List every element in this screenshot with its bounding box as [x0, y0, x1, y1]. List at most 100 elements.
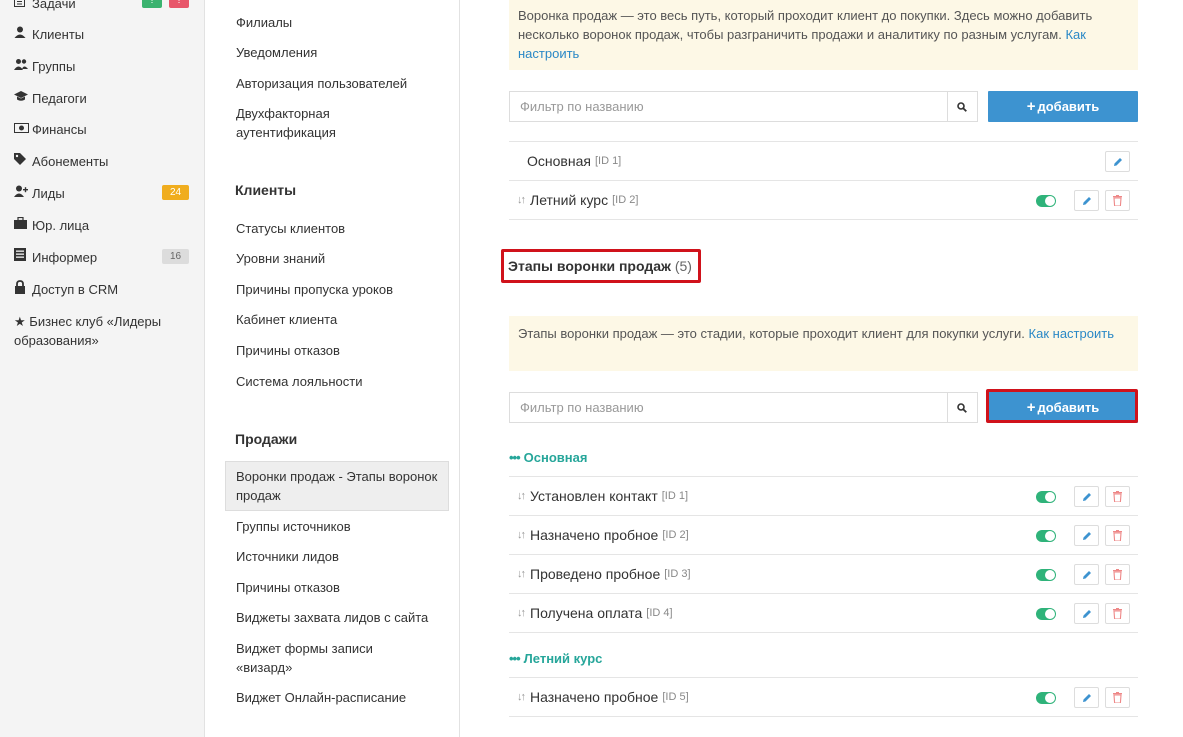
- edit-pencil-icon[interactable]: [1074, 687, 1099, 708]
- subnav-link-lead-capture-widgets[interactable]: Виджеты захвата лидов с сайта: [236, 608, 451, 627]
- subnav-link-knowledge-levels[interactable]: Уровни знаний: [236, 249, 451, 268]
- trash-icon[interactable]: [1105, 564, 1130, 585]
- search-icon[interactable]: [947, 92, 977, 121]
- subnav-link-two-factor[interactable]: Двухфакторная аутентификация: [236, 104, 376, 142]
- trash-icon[interactable]: [1105, 486, 1130, 507]
- sidebar-item-leads[interactable]: Лиды: [14, 184, 65, 203]
- dots-icon: •••: [509, 450, 521, 465]
- business-club-text: ★ Бизнес клуб «Лидеры образования»: [14, 312, 174, 350]
- sidebar-item-informer[interactable]: Информер: [14, 248, 97, 267]
- sidebar-item-subscriptions[interactable]: Абонементы: [14, 152, 108, 171]
- sort-handle-icon[interactable]: ↓↑: [517, 691, 529, 703]
- trash-icon[interactable]: [1105, 525, 1130, 546]
- active-toggle[interactable]: [1036, 607, 1056, 620]
- sidebar-item-label: Информер: [32, 250, 98, 265]
- stage-group-title: ••• Основная: [509, 450, 587, 465]
- active-toggle[interactable]: [1036, 529, 1056, 542]
- active-toggle[interactable]: [1036, 194, 1056, 207]
- graduation-cap-icon: [14, 89, 32, 108]
- stage-id: [ID 2]: [662, 529, 689, 541]
- search-icon[interactable]: [947, 393, 977, 422]
- subnav-link-refusal-reasons[interactable]: Причины отказов: [236, 341, 451, 360]
- stage-row: ↓↑ Назначено пробное [ID 2]: [509, 515, 1138, 554]
- subnav-link-wizard-widget[interactable]: Виджет формы записи «визард»: [236, 639, 396, 677]
- lock-icon: [14, 280, 32, 300]
- sort-handle-icon[interactable]: ↓↑: [517, 194, 529, 206]
- stage-id: [ID 1]: [661, 490, 689, 502]
- tasks-badge-red: !: [169, 0, 189, 8]
- subnav-link-loyalty[interactable]: Система лояльности: [236, 372, 451, 391]
- informer-count-badge: 16: [162, 249, 189, 264]
- subnav-link-client-statuses[interactable]: Статусы клиентов: [236, 219, 451, 238]
- user-icon: [14, 25, 32, 44]
- add-funnel-button[interactable]: + добавить: [988, 91, 1138, 122]
- subnav-link-absence-reasons[interactable]: Причины пропуска уроков: [236, 280, 451, 299]
- stage-group-bottom: [509, 716, 1138, 717]
- trash-icon[interactable]: [1105, 603, 1130, 624]
- stage-group-title: ••• Летний курс: [509, 651, 602, 666]
- sort-handle-icon[interactable]: ↓↑: [517, 529, 529, 541]
- active-toggle[interactable]: [1036, 490, 1056, 503]
- sidebar-item-crm-access[interactable]: Доступ в CRM: [14, 280, 118, 300]
- sidebar-item-business-club[interactable]: ★ Бизнес клуб «Лидеры образования»: [14, 312, 194, 350]
- subnav-heading-clients: Клиенты: [235, 182, 297, 198]
- stage-row: ↓↑ Получена оплата [ID 4]: [509, 593, 1138, 632]
- active-toggle[interactable]: [1036, 691, 1056, 704]
- money-icon: [14, 120, 32, 139]
- sidebar-item-label: Юр. лица: [32, 218, 90, 233]
- subnav-link-lead-sources[interactable]: Источники лидов: [236, 547, 451, 566]
- subnav-link-client-cabinet[interactable]: Кабинет клиента: [236, 310, 451, 329]
- sidebar-item-finance[interactable]: Финансы: [14, 120, 87, 139]
- sidebar-item-clients[interactable]: Клиенты: [14, 25, 84, 44]
- funnels-info-box: Воронка продаж — это весь путь, который …: [509, 0, 1138, 70]
- sort-handle-icon[interactable]: ↓↑: [517, 568, 529, 580]
- funnel-row: ↓↑ Летний курс [ID 2]: [509, 180, 1138, 219]
- add-funnel-label: добавить: [1037, 99, 1100, 114]
- subnav-heading-sales: Продажи: [235, 431, 298, 447]
- stage-id: [ID 3]: [664, 568, 691, 580]
- stage-row: ↓↑ Проведено пробное [ID 3]: [509, 554, 1138, 593]
- trash-icon[interactable]: [1105, 687, 1130, 708]
- edit-pencil-icon[interactable]: [1105, 151, 1130, 172]
- sidebar-item-tasks[interactable]: Задачи: [14, 0, 76, 13]
- sidebar-item-teachers[interactable]: Педагоги: [14, 89, 87, 108]
- edit-pencil-icon[interactable]: [1074, 190, 1099, 211]
- stage-row: ↓↑ Установлен контакт [ID 1]: [509, 476, 1138, 515]
- tag-icon: [14, 152, 32, 171]
- edit-pencil-icon[interactable]: [1074, 525, 1099, 546]
- edit-pencil-icon[interactable]: [1074, 564, 1099, 585]
- funnel-name: Летний курс: [530, 192, 609, 208]
- funnels-filter-input[interactable]: [510, 92, 948, 121]
- sort-handle-icon[interactable]: ↓↑: [517, 607, 529, 619]
- sort-handle-icon[interactable]: ↓↑: [517, 490, 529, 502]
- active-toggle[interactable]: [1036, 568, 1056, 581]
- trash-icon[interactable]: [1105, 190, 1130, 211]
- sidebar-item-label: Клиенты: [32, 27, 85, 42]
- sidebar-item-legal-entities[interactable]: Юр. лица: [14, 216, 89, 235]
- edit-pencil-icon[interactable]: [1074, 603, 1099, 624]
- sidebar-item-groups[interactable]: Группы: [14, 57, 75, 76]
- dots-icon: •••: [509, 651, 521, 666]
- users-icon: [14, 57, 32, 76]
- newspaper-icon: [14, 248, 32, 267]
- funnel-id: [ID 1]: [594, 155, 622, 167]
- subnav-link-user-auth[interactable]: Авторизация пользователей: [236, 74, 451, 93]
- stages-info-box: Этапы воронки продаж — это стадии, котор…: [509, 316, 1138, 371]
- stage-group-bottom: [509, 632, 1138, 633]
- sidebar-item-label: Доступ в CRM: [32, 282, 119, 297]
- subnav-link-online-schedule-widget[interactable]: Виджет Онлайн-расписание: [236, 688, 451, 707]
- subnav-link-branches[interactable]: Филиалы: [236, 13, 451, 32]
- stages-info-text: Этапы воронки продаж — это стадии, котор…: [518, 326, 1025, 341]
- subnav-link-source-groups[interactable]: Группы источников: [236, 517, 451, 536]
- edit-pencil-icon[interactable]: [1074, 486, 1099, 507]
- plus-icon: +: [1026, 98, 1036, 115]
- funnels-filter: [509, 91, 978, 122]
- sidebar-item-label: Лиды: [32, 186, 65, 201]
- subnav-link-sales-funnels-active[interactable]: Воронки продаж - Этапы воронок продаж: [225, 461, 449, 511]
- stages-how-to-link[interactable]: Как настроить: [1029, 326, 1114, 341]
- stage-id: [ID 5]: [662, 691, 689, 703]
- leads-count-badge: 24: [162, 185, 189, 200]
- subnav-link-sales-refusal-reasons[interactable]: Причины отказов: [236, 578, 451, 597]
- subnav-link-notifications[interactable]: Уведомления: [236, 43, 451, 62]
- stages-filter-input[interactable]: [510, 393, 948, 422]
